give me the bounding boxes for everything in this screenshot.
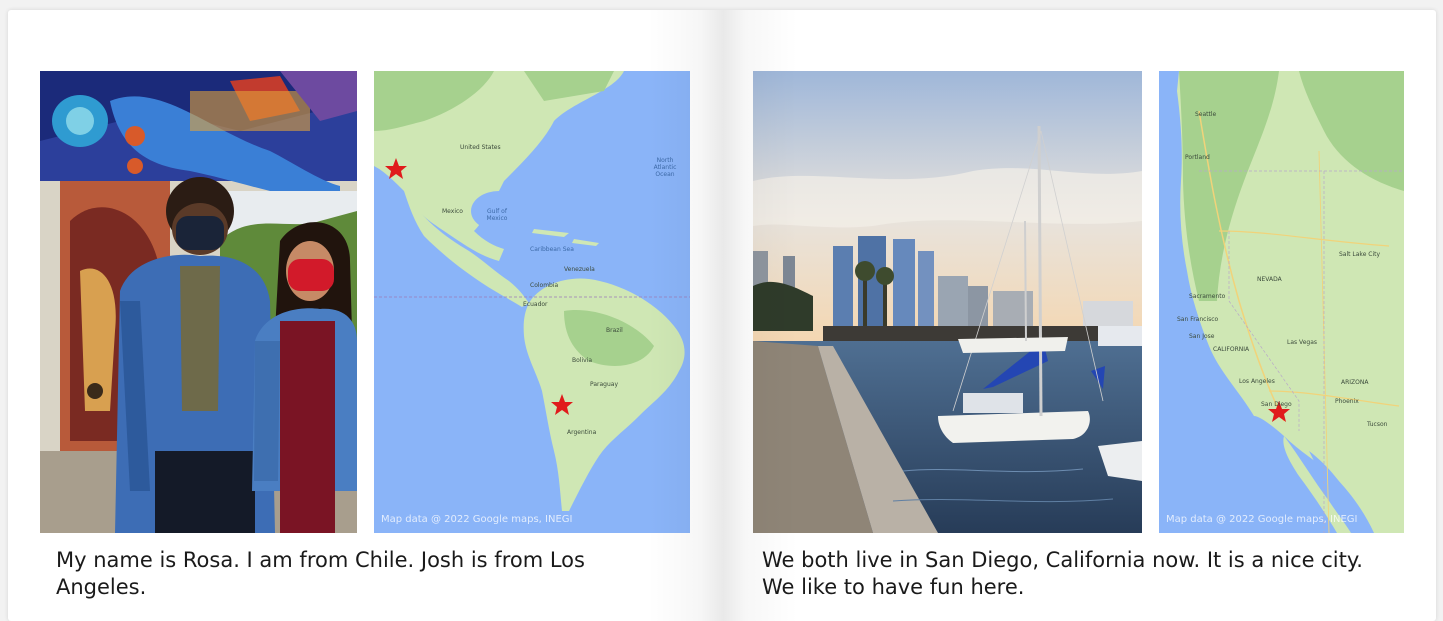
map-label-argentina: Argentina	[567, 429, 597, 436]
map-label-california: CALIFORNIA	[1213, 346, 1250, 353]
map-label-gulf-of-mexico: Gulf of Mexico	[486, 208, 508, 222]
map-label-colombia: Colombia	[530, 282, 559, 289]
map-label-tucson: Tucson	[1367, 421, 1388, 428]
map-label-salt-lake-city: Salt Lake City	[1339, 251, 1381, 258]
photo-book-spread: United States Mexico Gulf of Mexico Cari…	[8, 10, 1436, 621]
map-label-portland: Portland	[1185, 154, 1210, 161]
map-label-phoenix: Phoenix	[1335, 398, 1359, 405]
map-label-seattle: Seattle	[1195, 111, 1217, 118]
map-credit: Map data @ 2022 Google maps, INEGI	[1166, 514, 1358, 525]
map-label-arizona: ARIZONA	[1341, 379, 1369, 386]
map-label-united-states: United States	[460, 144, 501, 151]
map-label-caribbean-sea: Caribbean Sea	[530, 246, 574, 253]
map-credit: Map data @ 2022 Google maps, INEGI	[381, 514, 573, 525]
map-label-sacramento: Sacramento	[1189, 293, 1226, 300]
right-page-caption: We both live in San Diego, California no…	[762, 548, 1363, 599]
map-label-mexico: Mexico	[442, 208, 463, 215]
map-west-coast: Seattle Portland NEVADA Salt Lake City S…	[1159, 71, 1404, 533]
map-label-los-angeles: Los Angeles	[1239, 378, 1275, 385]
photo-san-diego-harbor	[753, 71, 1142, 533]
map-label-north-atlantic: North Atlantic Ocean	[653, 157, 677, 178]
map-label-nevada: NEVADA	[1257, 276, 1282, 283]
map-label-las-vegas: Las Vegas	[1287, 339, 1317, 346]
map-label-san-francisco: San Francisco	[1177, 316, 1219, 323]
photo-mural-couple	[40, 71, 357, 533]
map-americas: United States Mexico Gulf of Mexico Cari…	[374, 71, 690, 533]
map-label-san-jose: San Jose	[1189, 333, 1215, 340]
map-label-ecuador: Ecuador	[523, 301, 548, 308]
map-label-bolivia: Bolivia	[572, 357, 593, 364]
map-label-paraguay: Paraguay	[590, 381, 619, 388]
map-label-san-diego: San Diego	[1261, 401, 1292, 408]
map-label-brazil: Brazil	[606, 327, 623, 334]
map-label-venezuela: Venezuela	[564, 266, 595, 273]
left-page-caption: My name is Rosa. I am from Chile. Josh i…	[56, 548, 585, 599]
